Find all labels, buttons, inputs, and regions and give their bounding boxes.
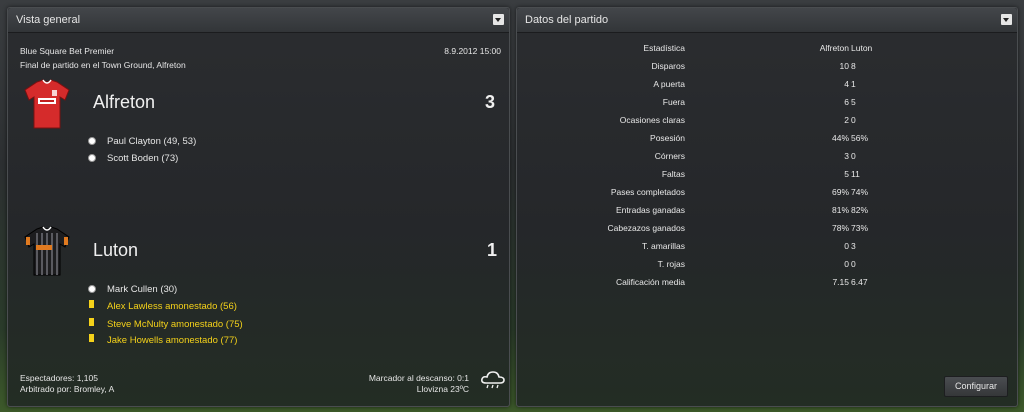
- overview-dropdown-icon[interactable]: [493, 14, 504, 25]
- event-text: Scott Boden (73): [107, 153, 179, 164]
- stat-away: 8: [851, 61, 856, 71]
- stats-header-label: Estadística: [643, 43, 685, 53]
- away-team-name: Luton: [93, 240, 139, 260]
- stat-label: Posesión: [650, 133, 685, 143]
- stat-away: 74%: [851, 187, 869, 197]
- stat-home: 44%: [831, 133, 849, 143]
- stat-label: T. amarillas: [642, 241, 685, 251]
- stat-away: 6.47: [851, 277, 868, 287]
- stat-label: Fuera: [662, 97, 685, 107]
- stat-away: 0: [851, 259, 856, 269]
- stat-home: 78%: [831, 223, 849, 233]
- stat-away: 0: [851, 151, 856, 161]
- stat-row: Fuera 6 5: [517, 97, 1017, 115]
- stat-row: A puerta 4 1: [517, 79, 1017, 97]
- home-team-name: Alfreton: [93, 92, 156, 112]
- stat-away: 82%: [851, 205, 869, 215]
- stat-label: A puerta: [653, 79, 685, 89]
- overview-panel-header: Vista general: [8, 8, 509, 33]
- event-text: Alex Lawless amonestado (56): [107, 301, 237, 312]
- stat-row: Córners 3 0: [517, 151, 1017, 169]
- stat-label: Entradas ganadas: [616, 205, 685, 215]
- stats-header-row: Estadística Alfreton Luton: [517, 43, 1017, 61]
- away-team-score: 1: [486, 240, 497, 260]
- stat-away: 1: [851, 79, 856, 89]
- stats-title: Datos del partido: [525, 14, 609, 26]
- stat-home: 7.15: [832, 277, 849, 287]
- stats-header-home: Alfreton: [819, 43, 849, 53]
- stat-away: 5: [851, 97, 856, 107]
- match-stats-panel: Datos del partido Estadística Alfreton L…: [516, 7, 1018, 407]
- event-text: Paul Clayton (49, 53): [107, 136, 197, 147]
- goal-ball-icon: [88, 137, 96, 145]
- stat-home: 5: [844, 169, 849, 179]
- stat-row: T. rojas 0 0: [517, 259, 1017, 277]
- stat-home: 4: [844, 79, 849, 89]
- yellow-card-icon: [89, 334, 94, 342]
- alfreton-shirt-icon: [24, 79, 70, 129]
- stat-away: 11: [851, 169, 860, 179]
- overview-title: Vista general: [16, 14, 81, 26]
- stat-row: Entradas ganadas 81% 82%: [517, 205, 1017, 223]
- stats-dropdown-icon[interactable]: [1001, 14, 1012, 25]
- configure-button[interactable]: Configurar: [944, 376, 1008, 397]
- yellow-card-icon: [89, 318, 94, 326]
- stat-away: 0: [851, 115, 856, 125]
- stat-row: T. amarillas 0 3: [517, 241, 1017, 259]
- halftime-score: Marcador al descanso: 0:1: [368, 373, 469, 383]
- stat-home: 0: [844, 259, 849, 269]
- rain-cloud-icon: [481, 371, 505, 389]
- stat-label: Córners: [654, 151, 685, 161]
- stat-row: Cabezazos ganados 78% 73%: [517, 223, 1017, 241]
- stat-label: Disparos: [651, 61, 685, 71]
- stat-away: 56%: [851, 133, 869, 143]
- stat-home: 3: [844, 151, 849, 161]
- goal-ball-icon: [88, 285, 96, 293]
- stat-label: Pases completados: [610, 187, 685, 197]
- stats-panel-header: Datos del partido: [517, 8, 1017, 33]
- stat-row: Calificación media 7.15 6.47: [517, 277, 1017, 295]
- stat-away: 3: [851, 241, 856, 251]
- stat-row: Disparos 10 8: [517, 61, 1017, 79]
- stat-row: Faltas 5 11: [517, 169, 1017, 187]
- match-venue: Final de partido en el Town Ground, Alfr…: [20, 60, 186, 70]
- weather-text: Llovizna 23ºC: [416, 384, 469, 394]
- luton-shirt-icon: [24, 226, 70, 276]
- home-team-score: 3: [484, 92, 495, 112]
- stat-home: 69%: [831, 187, 849, 197]
- stat-label: Cabezazos ganados: [607, 223, 685, 233]
- stat-row: Ocasiones claras 2 0: [517, 115, 1017, 133]
- stat-home: 0: [844, 241, 849, 251]
- stat-home: 81%: [831, 205, 849, 215]
- event-text: Steve McNulty amonestado (75): [107, 319, 243, 330]
- stat-label: Calificación media: [616, 277, 685, 287]
- stat-row: Posesión 44% 56%: [517, 133, 1017, 151]
- stat-home: 6: [844, 97, 849, 107]
- overview-panel: Vista general Blue Square Bet Premier 8.…: [7, 7, 510, 407]
- event-text: Mark Cullen (30): [107, 284, 178, 295]
- attendance: Espectadores: 1,105: [20, 373, 98, 383]
- competition-name: Blue Square Bet Premier: [20, 46, 115, 56]
- goal-ball-icon: [88, 154, 96, 162]
- stat-row: Pases completados 69% 74%: [517, 187, 1017, 205]
- stat-home: 10: [839, 61, 849, 71]
- yellow-card-icon: [89, 300, 94, 308]
- match-date: 8.9.2012 15:00: [444, 46, 501, 56]
- stat-label: Faltas: [661, 169, 685, 179]
- stats-header-away: Luton: [851, 43, 873, 53]
- stat-away: 73%: [851, 223, 869, 233]
- stat-label: T. rojas: [657, 259, 685, 269]
- referee: Arbitrado por: Bromley, A: [20, 384, 115, 394]
- event-text: Jake Howells amonestado (77): [107, 335, 238, 346]
- stat-home: 2: [844, 115, 849, 125]
- stat-label: Ocasiones claras: [619, 115, 685, 125]
